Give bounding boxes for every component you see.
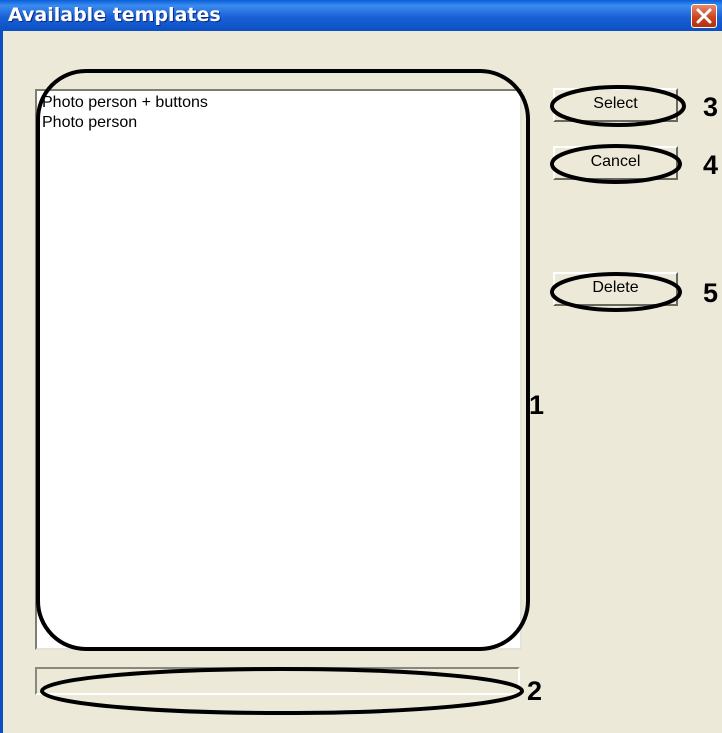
callout-label: 4 — [703, 150, 719, 180]
annotation-outline-2 — [40, 667, 524, 715]
callout-label: 3 — [703, 92, 719, 122]
annotation-outline-4 — [550, 144, 682, 184]
callout-label: 1 — [529, 390, 545, 420]
annotation-outline-3 — [550, 85, 686, 127]
annotation-layer — [36, 69, 686, 715]
annotation-outline-1 — [36, 69, 530, 651]
callout-label: 5 — [703, 278, 719, 308]
annotation-outline-5 — [550, 272, 682, 312]
callout-label: 2 — [527, 676, 543, 706]
